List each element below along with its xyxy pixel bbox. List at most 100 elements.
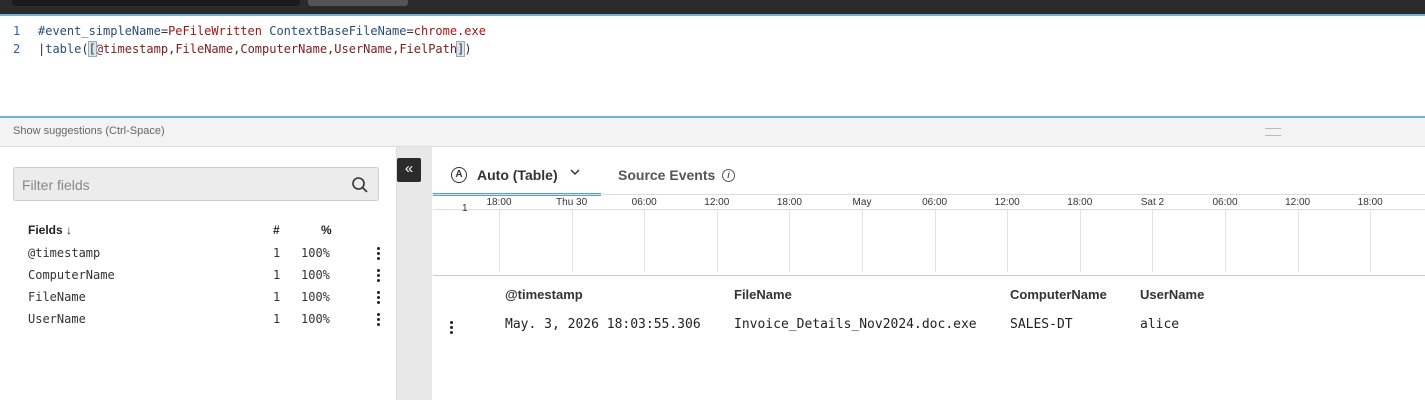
timeline-gridline [789,210,791,272]
timeline-axis [433,209,1425,210]
timeline-gridline [1007,210,1009,272]
timeline-tick-label: 12:00 [994,197,1020,208]
field-menu-icon[interactable] [372,245,384,261]
code-token: ( [81,42,89,56]
table-cell[interactable]: Invoice_Details_Nov2024.doc.exe [734,317,977,337]
field-row[interactable]: FileName 1 100% [0,287,396,309]
code-token: chrome.exe [413,24,486,38]
code-text[interactable]: |table([@timestamp,FileName,ComputerName… [38,40,472,58]
row-menu-icon[interactable] [446,319,456,335]
timeline-tick-label: 18:00 [1067,197,1093,208]
field-menu-icon[interactable] [372,311,384,327]
table-cell[interactable]: May. 3, 2026 18:03:55.306 [505,317,701,337]
column-header[interactable]: ComputerName [1010,287,1107,307]
search-icon[interactable] [351,176,369,194]
code-token: = [406,24,414,38]
field-count: 1 [273,312,281,326]
resize-grip-icon[interactable] [1265,128,1281,136]
timeline-tick-label: 06:00 [922,197,948,208]
event-timeline-chart[interactable]: 1 18:00 Thu 30 06:00 12:00 18:00 May 06:00 12:0… [433,194,1425,276]
code-token: FileName [175,42,234,56]
panel-divider [397,147,432,400]
timeline-tick-label: 18:00 [1357,197,1383,208]
table-cell[interactable]: SALES-DT [1010,317,1073,337]
filter-fields-input[interactable] [20,173,344,197]
timeline-gridline [862,210,863,272]
field-percent: 100% [301,312,330,326]
tab-auto-table-label: Auto (Table) [477,167,558,183]
column-header[interactable]: @timestamp [505,287,583,307]
window-tab-active[interactable] [12,0,300,6]
field-menu-icon[interactable] [372,267,384,283]
fields-column-header[interactable]: Fields ↓ [28,223,72,237]
fields-panel: Fields ↓ # % @timestamp1100%ComputerName… [0,147,397,400]
query-editor[interactable]: 1 #event_simpleName=PeFileWritten Context… [0,16,1425,118]
timeline-tick-label: 18:00 [486,197,512,208]
field-count: 1 [273,290,281,304]
timeline-gridline [716,210,718,272]
count-column-header[interactable]: # [273,223,280,237]
chevron-down-icon[interactable] [569,167,581,180]
field-percent: 100% [301,246,330,260]
timeline-tick-label: 18:00 [776,197,802,208]
field-menu-icon[interactable] [372,289,384,305]
code-token: @timestamp [95,42,169,56]
collapse-panel-button[interactable]: « [397,158,421,182]
percent-column-header[interactable]: % [321,223,332,237]
timeline-tick-label: 12:00 [704,197,730,208]
timeline-tick-label: Sat 2 [1140,197,1165,208]
field-name[interactable]: @timestamp [28,246,100,260]
code-token: ContextBaseFileName [269,24,407,38]
field-percent: 100% [301,268,330,282]
timeline-tick-label: 12:00 [1285,197,1311,208]
timeline-gridline [1370,210,1372,272]
sort-arrow-icon: ↓ [66,223,73,237]
field-row[interactable]: @timestamp 1 100% [0,243,396,265]
timeline-tick-label: 06:00 [1212,197,1238,208]
code-token: #event_simpleName [38,24,161,38]
suggestions-hint[interactable]: Show suggestions (Ctrl-Space) [13,125,165,137]
field-count: 1 [273,246,281,260]
results-panel: A Auto (Table) Source Events i 1 18:00 Th… [433,147,1425,400]
timeline-gridline [571,210,573,272]
auto-icon: A [451,167,467,183]
timeline-gridline [1079,210,1081,272]
filter-fields-box[interactable] [13,167,379,201]
timeline-tick-label: Thu 30 [556,197,588,208]
suggestions-bar: Show suggestions (Ctrl-Space) [0,118,1425,147]
field-count: 1 [273,268,281,282]
timeline-gridline [1297,210,1299,272]
field-row[interactable]: UserName 1 100% [0,309,396,331]
table-cell[interactable]: alice [1140,317,1179,337]
info-icon[interactable]: i [722,169,735,182]
field-percent: 100% [301,290,330,304]
column-header[interactable]: UserName [1140,287,1204,307]
code-token: table [45,42,82,56]
tab-auto-table[interactable]: A Auto (Table) [433,157,601,196]
code-token: ComputerName [240,42,328,56]
timeline-tick-label: 06:00 [631,197,657,208]
code-token: UserName [334,42,393,56]
code-token: = [160,24,169,38]
timeline-gridline [499,210,500,272]
field-name[interactable]: FileName [28,290,86,304]
column-header[interactable]: FileName [734,287,792,307]
line-number: 2 [13,42,21,56]
timeline-gridline [644,210,646,272]
timeline-gridline [1225,210,1226,272]
line-number: 1 [13,24,21,38]
tab-source-events-label: Source Events [618,167,716,183]
timeline-tick-label: May [852,197,872,208]
field-name[interactable]: UserName [28,312,86,326]
tab-source-events[interactable]: Source Events i [618,157,758,193]
code-token: ) [464,42,472,56]
field-name[interactable]: ComputerName [28,268,115,282]
timeline-gridline [934,210,936,272]
code-token: [ [87,41,97,57]
window-tab[interactable] [308,0,408,6]
code-token: PeFileWritten [168,24,262,38]
code-token: FielPath [399,42,458,56]
field-row[interactable]: ComputerName 1 100% [0,265,396,287]
code-text[interactable]: #event_simpleName=PeFileWritten ContextB… [38,22,486,40]
timeline-gridline [1152,210,1154,272]
